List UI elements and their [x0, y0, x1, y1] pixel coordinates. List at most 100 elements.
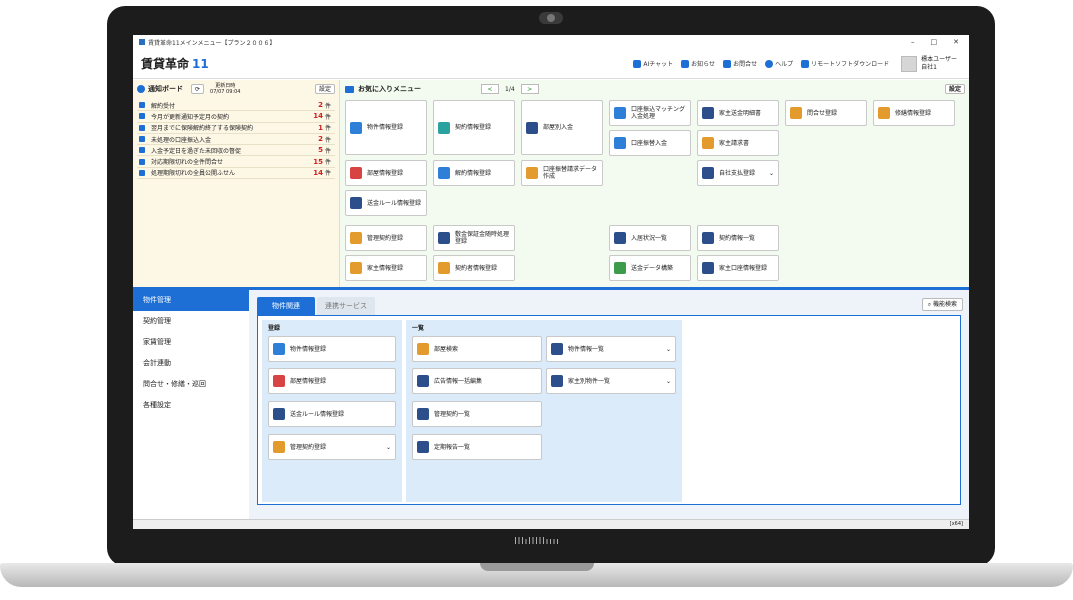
list-icon	[551, 375, 563, 387]
fav-tile[interactable]: 口座振替請求データ作成	[521, 160, 603, 186]
sidebar-item-accounting[interactable]: 会計連動	[133, 353, 249, 374]
fav-tile[interactable]: 口座振替入金	[609, 130, 691, 156]
fav-tile[interactable]: 契約情報一覧	[697, 225, 779, 251]
notification-item[interactable]: 対応期限切れの全件問合せ 15 件	[137, 156, 335, 168]
management-contract-icon	[350, 232, 362, 244]
title-bar: 賃貸革命11メインメニュー【プラン２００６】 – □ ✕	[133, 35, 969, 49]
note-icon	[139, 169, 145, 176]
chevron-down-icon: ⌄	[768, 169, 774, 177]
app-logo: 賃貸革命 11	[141, 57, 209, 71]
fav-tile[interactable]: 管理契約登録	[345, 225, 427, 251]
list-icon	[702, 232, 714, 244]
fav-tile[interactable]: 問合せ登録	[785, 100, 867, 126]
menu-item[interactable]: 家主別物件一覧 ⌄	[546, 368, 676, 394]
maximize-button[interactable]: □	[931, 38, 938, 46]
fav-tile[interactable]: 自社支払登録 ⌄	[697, 160, 779, 186]
list-icon	[417, 441, 429, 453]
favorites-menu: お気に入りメニュー < 1/4 > 設定 物件情報登録 契約情報登録 部屋別入金…	[345, 80, 969, 287]
help-link[interactable]: ヘルプ	[765, 59, 793, 69]
menu-item[interactable]: 部屋検索	[412, 336, 542, 362]
notify-settings-button[interactable]: 設定	[314, 84, 335, 94]
notification-item[interactable]: 解約受付 2 件	[137, 100, 335, 112]
user-company: 自社1	[921, 63, 937, 71]
main-panel: 物件関連 連携サービス ⌕ 機能検索 登録 物件情報登録 部屋情報登録 送金ルー…	[249, 290, 969, 519]
notification-board: 通知ボード ⟳ 更新日時 07/07 09:04 設定 解約受付 2 件 今月が更新通…	[133, 80, 340, 287]
laptop-brand-label: lllılllllıııı	[514, 537, 560, 547]
refresh-button[interactable]: ⟳	[191, 84, 205, 94]
management-contract-icon	[273, 441, 285, 453]
fav-tile[interactable]: 修繕情報登録	[873, 100, 955, 126]
fav-tile[interactable]: 送金データ構築	[609, 255, 691, 281]
window-title: 賃貸革命11メインメニュー【プラン２００６】	[148, 39, 276, 47]
fav-tile[interactable]: 契約者情報登録	[433, 255, 515, 281]
notification-item[interactable]: 翌月までに保険解約終了する保険契約 1 件	[137, 123, 335, 134]
shield-icon	[139, 113, 145, 120]
notification-item[interactable]: 処理期限切れの全員公開ふせん 14 件	[137, 168, 335, 180]
close-button[interactable]: ✕	[953, 38, 959, 46]
deposit-icon	[526, 121, 538, 134]
app-header: 賃貸革命 11 AIチャット お知らせ お問合せ ヘルプ リモートソフトダウンロー…	[133, 49, 969, 79]
fav-tile[interactable]: 家主情報登録	[345, 255, 427, 281]
menu-item[interactable]: 広告情報一括編集	[412, 368, 542, 394]
user-menu[interactable]: 標本ユーザー 自社1	[901, 55, 957, 72]
list-icon	[417, 408, 429, 420]
notification-item[interactable]: 今月が更新通知予定月の契約 14 件	[137, 111, 335, 123]
minimize-button[interactable]: –	[911, 38, 915, 46]
fav-tile[interactable]: 契約情報登録	[433, 100, 515, 155]
fav-tile[interactable]: 家主送金明細書	[697, 100, 779, 126]
menu-item[interactable]: 部屋情報登録	[268, 368, 396, 394]
fav-tile[interactable]: 入居状況一覧	[609, 225, 691, 251]
exit-icon	[438, 167, 450, 179]
favorites-settings-button[interactable]: 設定	[944, 84, 965, 94]
building-icon	[273, 343, 285, 355]
room-icon	[273, 375, 285, 387]
building-icon	[350, 121, 362, 134]
notification-item[interactable]: 未処理の口座振込入金 2 件	[137, 134, 335, 146]
fav-tile[interactable]: 部屋情報登録	[345, 160, 427, 186]
menu-item[interactable]: 物件情報一覧 ⌄	[546, 336, 676, 362]
fav-tile[interactable]: 家主口座情報登録	[697, 255, 779, 281]
person-icon	[438, 262, 450, 274]
menu-item[interactable]: 物件情報登録	[268, 336, 396, 362]
sidebar-item-settings[interactable]: 各種設定	[133, 395, 249, 416]
inquiry-icon	[790, 107, 802, 119]
register-group: 登録 物件情報登録 部屋情報登録 送金ルール情報登録 管理契約登録 ⌄	[262, 320, 402, 502]
notification-item[interactable]: 入金予定日を過ぎた未回収の督促 5 件	[137, 145, 335, 157]
fav-tile[interactable]: 部屋別入金	[521, 100, 603, 155]
sidebar-item-property[interactable]: 物件管理	[133, 290, 249, 311]
next-page-button[interactable]: >	[520, 84, 539, 94]
inquiry-link[interactable]: お問合せ	[723, 59, 757, 69]
mail-icon	[723, 60, 732, 69]
room-icon	[350, 167, 362, 179]
menu-item[interactable]: 管理契約登録 ⌄	[268, 434, 396, 460]
fav-tile[interactable]: 口座振込マッチング入金処理	[609, 100, 691, 126]
sidebar-item-contract[interactable]: 契約管理	[133, 311, 249, 332]
tab-linked-services[interactable]: 連携サービス	[317, 297, 375, 315]
shield-icon	[139, 102, 145, 109]
user-name: 標本ユーザー	[921, 55, 957, 63]
bell-icon	[137, 85, 145, 93]
menu-item[interactable]: 管理契約一覧	[412, 401, 542, 427]
sidebar-item-rent[interactable]: 家賃管理	[133, 332, 249, 353]
remote-download-link[interactable]: リモートソフトダウンロード	[801, 59, 889, 69]
fav-tile[interactable]: 解約情報登録	[433, 160, 515, 186]
room-search-icon	[417, 343, 429, 355]
fav-tile[interactable]: 送金ルール情報登録	[345, 190, 427, 216]
menu-item[interactable]: 送金ルール情報登録	[268, 401, 396, 427]
app-window: 賃貸革命11メインメニュー【プラン２００６】 – □ ✕ 賃貸革命 11 AIチャ…	[133, 35, 969, 529]
prev-page-button[interactable]: <	[481, 84, 499, 94]
chat-icon	[633, 60, 642, 69]
ai-chat-link[interactable]: AIチャット	[633, 59, 673, 69]
news-link[interactable]: お知らせ	[681, 59, 715, 69]
list-group-title: 一覧	[412, 325, 425, 332]
fav-tile[interactable]: 家主請求書	[697, 130, 779, 156]
menu-item[interactable]: 定期報告一覧	[412, 434, 542, 460]
fav-tile[interactable]: 敷金保証金随時処理登録	[433, 225, 515, 251]
pen-icon	[702, 167, 714, 179]
function-search-button[interactable]: ⌕ 機能検索	[921, 298, 963, 311]
tab-property[interactable]: 物件関連	[257, 297, 315, 315]
sidebar-item-inquiry[interactable]: 問合せ・修繕・巡回	[133, 374, 249, 395]
megaphone-icon	[681, 60, 690, 69]
fav-tile[interactable]: 物件情報登録	[345, 100, 427, 155]
avatar	[901, 55, 918, 72]
